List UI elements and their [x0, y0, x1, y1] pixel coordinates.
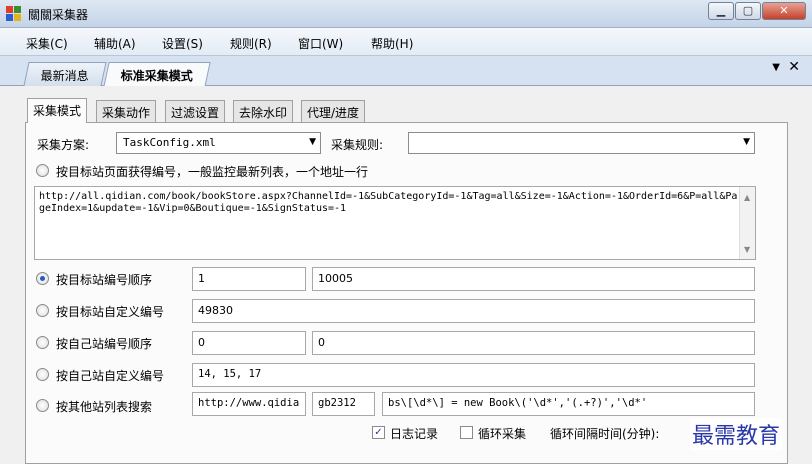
radio-page-number[interactable]: [36, 164, 49, 177]
url-list-textarea[interactable]: http://all.qidian.com/book/bookStore.asp…: [34, 186, 756, 260]
menu-settings[interactable]: 设置(S): [162, 35, 203, 52]
window-title: 關關采集器: [28, 8, 89, 22]
radio-page-number-label: 按目标站页面获得编号，一般监控最新列表，一个地址一行: [56, 165, 369, 179]
tab-latest-news[interactable]: 最新消息: [23, 62, 107, 86]
subtab-collect-action[interactable]: 采集动作: [96, 100, 157, 122]
tab-close-icon[interactable]: ✕: [788, 59, 800, 75]
search-url-input[interactable]: http://www.qidia: [192, 392, 306, 416]
target-custom-input[interactable]: 49830: [192, 299, 755, 323]
document-tab-strip: 最新消息 标准采集模式: [0, 56, 812, 87]
radio-target-sequence[interactable]: [36, 272, 49, 285]
menu-assist[interactable]: 辅助(A): [94, 35, 136, 52]
radio-target-custom[interactable]: [36, 304, 49, 317]
radio-own-sequence[interactable]: [36, 336, 49, 349]
menu-collect[interactable]: 采集(C): [26, 35, 68, 52]
url-list-scrollbar[interactable]: ▲ ▼: [739, 187, 755, 259]
radio-other-search[interactable]: [36, 399, 49, 412]
scheme-label: 采集方案:: [37, 138, 90, 152]
radio-own-sequence-label: 按自己站编号顺序: [56, 337, 153, 351]
own-seq-from-input[interactable]: 0: [192, 331, 306, 355]
own-custom-input[interactable]: 14, 15, 17: [192, 363, 755, 387]
radio-other-search-label: 按其他站列表搜索: [56, 400, 153, 414]
search-encoding-input[interactable]: gb2312: [312, 392, 375, 416]
log-checkbox[interactable]: ✓: [372, 426, 385, 439]
search-regex-input[interactable]: bs\[\d*\] = new Book\('\d*','(.+?)','\d*…: [382, 392, 755, 416]
menu-help[interactable]: 帮助(H): [371, 35, 413, 52]
loop-checkbox[interactable]: [460, 426, 473, 439]
loop-label: 循环采集: [478, 427, 527, 441]
chevron-down-icon: ▼: [743, 137, 750, 147]
subtab-remove-watermark[interactable]: 去除水印: [233, 100, 294, 122]
radio-target-sequence-label: 按目标站编号顺序: [56, 273, 153, 287]
log-label: 日志记录: [390, 427, 439, 441]
radio-own-custom[interactable]: [36, 368, 49, 381]
subtab-collect-mode[interactable]: 采集模式: [27, 98, 88, 123]
rule-label: 采集规则:: [331, 138, 384, 152]
tab-list-dropdown-icon[interactable]: ▼: [772, 62, 780, 73]
scheme-select[interactable]: TaskConfig.xml ▼: [116, 132, 321, 154]
close-button[interactable]: ✕: [762, 2, 806, 20]
tab-standard-mode[interactable]: 标准采集模式: [103, 62, 211, 87]
minimize-button[interactable]: ▁: [708, 2, 734, 20]
subtab-filter-settings[interactable]: 过滤设置: [165, 100, 226, 122]
own-seq-to-input[interactable]: 0: [312, 331, 755, 355]
target-seq-from-input[interactable]: 1: [192, 267, 306, 291]
rule-select[interactable]: ▼: [408, 132, 755, 154]
title-bar: 關關采集器 ▁ ▢ ✕: [0, 0, 812, 28]
radio-own-custom-label: 按自己站自定义编号: [56, 369, 165, 383]
watermark-logo: 最需教育: [690, 418, 783, 450]
menu-window[interactable]: 窗口(W): [298, 35, 343, 52]
menu-bar: 采集(C) 辅助(A) 设置(S) 规则(R) 窗口(W) 帮助(H): [0, 28, 812, 56]
maximize-button[interactable]: ▢: [735, 2, 761, 20]
subtab-proxy-progress[interactable]: 代理/进度: [301, 100, 366, 122]
app-icon: [6, 6, 22, 22]
chevron-down-icon: ▼: [309, 137, 316, 147]
radio-target-custom-label: 按目标站自定义编号: [56, 305, 165, 319]
target-seq-to-input[interactable]: 10005: [312, 267, 755, 291]
loop-interval-label: 循环间隔时间(分钟):: [550, 427, 660, 441]
menu-rules[interactable]: 规则(R): [230, 35, 272, 52]
